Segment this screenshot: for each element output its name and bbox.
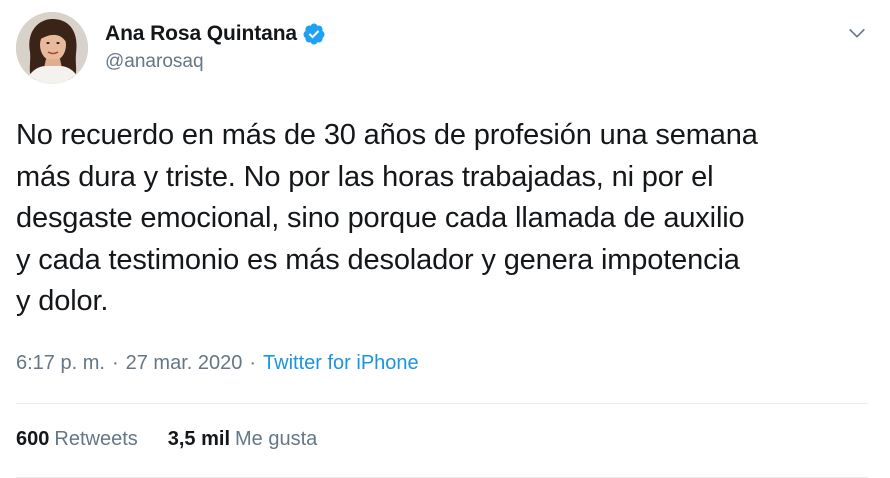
meta-separator: · bbox=[111, 352, 119, 374]
chevron-down-icon[interactable] bbox=[846, 22, 868, 44]
tweet-time[interactable]: 6:17 p. m. bbox=[16, 352, 105, 375]
tweet-text: No recuerdo en más de 30 años de profesi… bbox=[16, 119, 758, 317]
author-handle[interactable]: @anarosaq bbox=[105, 51, 204, 73]
divider bbox=[16, 403, 868, 404]
likes-count: 3,5 mil bbox=[167, 428, 231, 450]
tweet-date[interactable]: 27 mar. 2020 bbox=[126, 352, 243, 375]
tweet-stats: 600 Retweets 3,5 mil Me gusta bbox=[16, 428, 317, 451]
tweet-card: Ana Rosa Quintana @anarosaq No recuerdo … bbox=[0, 0, 890, 478]
author-display-name[interactable]: Ana Rosa Quintana bbox=[105, 22, 297, 46]
likes-label: Me gusta bbox=[235, 428, 318, 450]
meta-separator: · bbox=[249, 352, 257, 374]
retweets-stat[interactable]: 600 Retweets bbox=[16, 428, 138, 451]
author-name-row: Ana Rosa Quintana bbox=[105, 22, 326, 46]
retweets-count: 600 bbox=[16, 428, 50, 450]
likes-stat[interactable]: 3,5 mil Me gusta bbox=[168, 428, 318, 451]
retweets-label: Retweets bbox=[54, 428, 138, 450]
tweet-meta: 6:17 p. m. · 27 mar. 2020 · Twitter for … bbox=[16, 352, 419, 375]
verified-badge-icon bbox=[302, 22, 326, 46]
avatar[interactable] bbox=[16, 12, 88, 84]
tweet-source-link[interactable]: Twitter for iPhone bbox=[263, 352, 419, 375]
avatar-photo bbox=[16, 12, 88, 84]
